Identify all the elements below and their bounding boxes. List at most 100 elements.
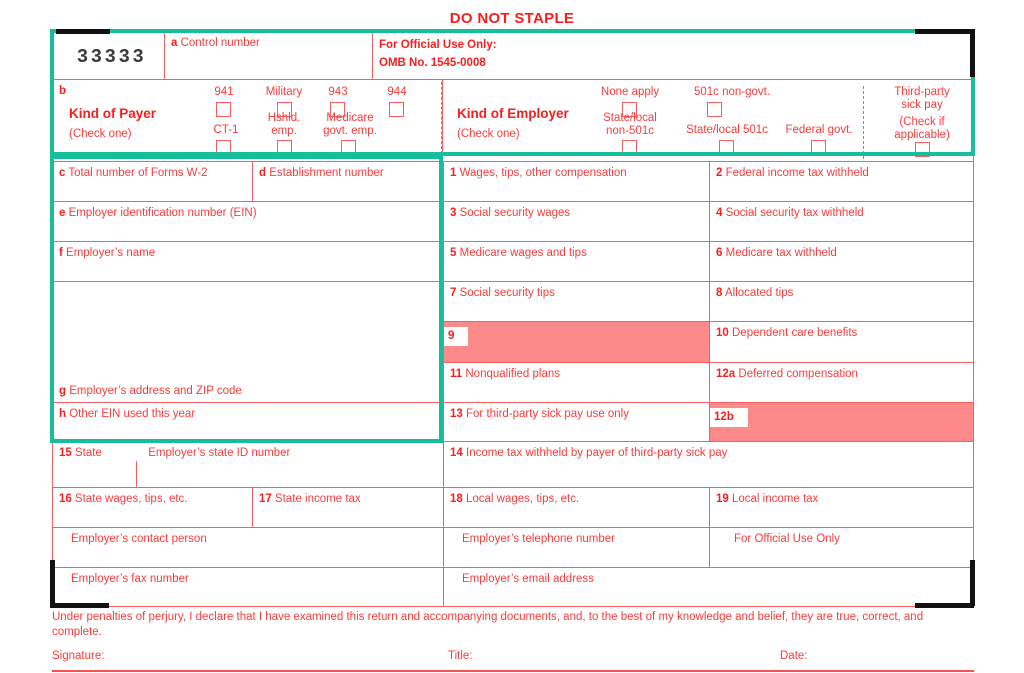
box-14-income-tax-withheld[interactable]: 14 Income tax withheld by payer of third… — [443, 441, 974, 487]
box-18-local-wages[interactable]: 18 Local wages, tips, etc. — [443, 487, 709, 527]
box-8-label: 8 Allocated tips — [716, 287, 794, 299]
box-contact-person[interactable]: Employer’s contact person — [52, 527, 443, 567]
box-1-wages-tips[interactable]: 1 Wages, tips, other compensation — [443, 161, 709, 201]
box-14-label: 14 Income tax withheld by payer of third… — [450, 447, 728, 459]
employer-checkbox-state-local-non501c[interactable] — [622, 140, 637, 155]
box-12a-deferred-compensation[interactable]: 12a Deferred compensation — [709, 362, 974, 402]
third-party-sick-pay-checkbox[interactable] — [915, 142, 930, 157]
box-7-label: 7 Social security tips — [450, 287, 555, 299]
row-control-number: 33333 a Control number For Official Use … — [52, 31, 974, 79]
box-17-state-income-tax[interactable]: 17 State income tax — [252, 487, 443, 527]
employer-option-label-state-local-501c: State/local 501c — [686, 124, 768, 136]
box-12b-label: 12b — [710, 408, 748, 427]
row-11-12a: 11 Nonqualified plans 12a Deferred compe… — [443, 362, 974, 402]
box-16-label: 16 State wages, tips, etc. — [59, 493, 188, 505]
box-6-label: 6 Medicare tax withheld — [716, 247, 837, 259]
date-label[interactable]: Date: — [780, 650, 808, 662]
payer-option-label-941: 941 — [214, 86, 234, 98]
box-b-marker: b — [59, 85, 67, 97]
box-2-federal-income-tax[interactable]: 2 Federal income tax withheld — [709, 161, 974, 201]
box-18-label: 18 Local wages, tips, etc. — [450, 493, 580, 505]
box-a-control-number[interactable]: a Control number — [164, 31, 372, 79]
box-g-label: g Employer’s address and ZIP code — [59, 385, 242, 397]
box-15-divider — [136, 461, 137, 487]
box-8-allocated-tips[interactable]: 8 Allocated tips — [709, 281, 974, 321]
payer-option-label-hshld-emp: Hshld. emp. — [267, 112, 301, 137]
box-e-label: e Employer identification number (EIN) — [59, 207, 257, 219]
box-9-unused-shaded: 9 — [443, 321, 709, 362]
kind-of-employer-title: Kind of Employer — [457, 106, 569, 121]
signature-row: Signature: Title: Date: — [52, 650, 974, 672]
box-10-dependent-care[interactable]: 10 Dependent care benefits — [709, 321, 974, 362]
employer-checkbox-501c-nongovt[interactable] — [707, 102, 722, 117]
third-party-sick-pay-subtitle: (Check if applicable) — [894, 116, 950, 141]
payer-option-label-medicare-govt-emp: Medicare govt. emp. — [323, 112, 377, 137]
payer-option-label-military: Military — [265, 86, 303, 98]
kind-of-employer-subtitle: (Check one) — [457, 128, 520, 140]
box-1-label: 1 Wages, tips, other compensation — [450, 167, 627, 179]
payer-option-label-944: 944 — [387, 86, 407, 98]
payer-checkbox-ct1[interactable] — [216, 140, 231, 155]
box-a-label: a Control number — [171, 37, 260, 49]
row-c-d-1-2: c Total number of Forms W-2 d Establishm… — [52, 161, 974, 201]
box-g-employer-address[interactable]: g Employer’s address and ZIP code — [52, 281, 443, 402]
official-use-bottom-label: For Official Use Only — [734, 533, 840, 545]
box-kind-of-employer: Kind of Employer (Check one) None apply … — [441, 79, 864, 161]
box-h-other-ein[interactable]: h Other EIN used this year — [52, 402, 443, 441]
box-15-state[interactable]: 15 State Employer’s state ID number — [52, 441, 443, 487]
payer-checkbox-medicare-govt-emp[interactable] — [341, 140, 356, 155]
row-15-14: 15 State Employer’s state ID number 14 I… — [52, 441, 974, 487]
corner-bracket-top-right — [915, 29, 975, 77]
box-2-label: 2 Federal income tax withheld — [716, 167, 869, 179]
box-16-state-wages[interactable]: 16 State wages, tips, etc. — [52, 487, 252, 527]
box-7-social-security-tips[interactable]: 7 Social security tips — [443, 281, 709, 321]
box-11-nonqualified-plans[interactable]: 11 Nonqualified plans — [443, 362, 709, 402]
box-c-total-forms-w2[interactable]: c Total number of Forms W-2 — [52, 161, 252, 201]
row-e-3-4: e Employer identification number (EIN) 3… — [52, 201, 974, 241]
box-4-social-security-tax[interactable]: 4 Social security tax withheld — [709, 201, 974, 241]
box-e-ein[interactable]: e Employer identification number (EIN) — [52, 201, 443, 241]
box-15-state-id-label: Employer’s state ID number — [148, 447, 291, 459]
box-h-label: h Other EIN used this year — [59, 408, 196, 420]
box-15-label: 15 State Employer’s state ID number — [59, 447, 291, 459]
official-use-label: For Official Use Only: — [379, 39, 497, 51]
w3-form-page: DO NOT STAPLE 33333 a Control number For… — [0, 0, 1024, 673]
official-use-omb: For Official Use Only: OMB No. 1545-0008 — [372, 31, 974, 79]
perjury-statement: Under penalties of perjury, I declare th… — [52, 611, 924, 638]
kind-of-payer-title: Kind of Payer — [69, 106, 157, 121]
box-f-employer-name[interactable]: f Employer’s name — [52, 241, 443, 281]
box-5-medicare-wages[interactable]: 5 Medicare wages and tips — [443, 241, 709, 281]
row-fax-email: Employer’s fax number Employer’s email a… — [52, 567, 974, 607]
box-13-label: 13 For third-party sick pay use only — [450, 408, 629, 420]
box-12b-unused-shaded: 12b — [709, 402, 974, 441]
employer-option-label-501c-nongovt: 501c non-govt. — [693, 86, 771, 98]
box-3-social-security-wages[interactable]: 3 Social security wages — [443, 201, 709, 241]
box-6-medicare-tax[interactable]: 6 Medicare tax withheld — [709, 241, 974, 281]
box-c-label: c Total number of Forms W-2 — [59, 167, 208, 179]
box-d-establishment-number[interactable]: d Establishment number — [252, 161, 443, 201]
employer-checkbox-federal-govt[interactable] — [811, 140, 826, 155]
box-5-label: 5 Medicare wages and tips — [450, 247, 587, 259]
box-13-third-party-sick-pay-use[interactable]: 13 For third-party sick pay use only — [443, 402, 709, 441]
box-employer-email[interactable]: Employer’s email address — [443, 567, 974, 607]
box-19-local-income-tax[interactable]: 19 Local income tax — [709, 487, 974, 527]
row-16-17-18-19: 16 State wages, tips, etc. 17 State inco… — [52, 487, 974, 527]
telephone-label: Employer’s telephone number — [462, 533, 615, 545]
box-12a-label: 12a Deferred compensation — [716, 368, 858, 380]
box-employer-telephone[interactable]: Employer’s telephone number — [443, 527, 709, 567]
row-f-5-6: f Employer’s name 5 Medicare wages and t… — [52, 241, 974, 281]
payer-checkbox-941[interactable] — [216, 102, 231, 117]
row-contact-telephone-official: Employer’s contact person Employer’s tel… — [52, 527, 974, 567]
row-kind-of: b Kind of Payer (Check one) 941 Military… — [52, 79, 974, 161]
signature-label[interactable]: Signature: — [52, 650, 104, 662]
title-label[interactable]: Title: — [448, 650, 473, 662]
box-d-label: d Establishment number — [259, 167, 384, 179]
row-g-7-to-12a: g Employer’s address and ZIP code 7 Soci… — [52, 281, 974, 402]
box-employer-fax[interactable]: Employer’s fax number — [52, 567, 443, 607]
employer-checkbox-state-local-501c[interactable] — [719, 140, 734, 155]
payer-checkbox-hshld-emp[interactable] — [277, 140, 292, 155]
numbered-boxes-stack: 7 Social security tips 8 Allocated tips — [443, 281, 974, 402]
do-not-staple-heading: DO NOT STAPLE — [449, 10, 575, 27]
row-7-8: 7 Social security tips 8 Allocated tips — [443, 281, 974, 321]
box-4-label: 4 Social security tax withheld — [716, 207, 864, 219]
